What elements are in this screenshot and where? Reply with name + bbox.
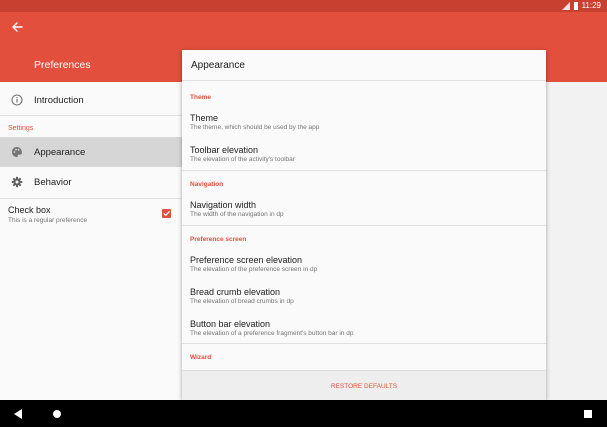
pref-button-bar-elevation[interactable]: Button bar elevation The elevation of a … (182, 315, 546, 345)
pref-title: Theme (190, 113, 219, 123)
card-divider (182, 225, 546, 226)
pref-bread-crumb-elevation[interactable]: Bread crumb elevation The elevation of b… (182, 283, 546, 313)
card-title: Appearance (191, 60, 245, 71)
category-preference-screen: Preference screen (190, 236, 247, 243)
pref-title: Toolbar elevation (190, 145, 259, 155)
nav-item-introduction[interactable]: Introduction (0, 85, 182, 115)
pref-theme[interactable]: Theme The theme, which should be used by… (182, 109, 546, 139)
pref-summary: The elevation of the activity's toolbar (190, 156, 295, 163)
card-divider (182, 343, 546, 344)
back-icon[interactable] (12, 408, 24, 420)
checkbox[interactable] (162, 209, 171, 218)
check-icon (163, 211, 170, 216)
pref-summary: The elevation of a preference fragment's… (190, 330, 354, 337)
status-bar: 11:29 (0, 0, 607, 12)
pref-summary: The width of the navigation in dp (190, 211, 284, 218)
nav-item-label: Introduction (34, 94, 84, 106)
pref-summary: The elevation of bread crumbs in dp (190, 298, 294, 305)
nav-item-label: Behavior (34, 176, 72, 188)
status-icons: 11:29 (561, 1, 601, 11)
pref-preference-screen-elevation[interactable]: Preference screen elevation The elevatio… (182, 251, 546, 281)
pref-title: Navigation width (190, 200, 257, 210)
category-theme: Theme (190, 94, 211, 101)
nav-item-behavior[interactable]: Behavior (0, 167, 182, 197)
arrow-back-icon[interactable] (10, 20, 24, 34)
pref-title: Bread crumb elevation (190, 287, 281, 297)
pref-title: Preference screen elevation (190, 255, 303, 265)
pref-title: Button bar elevation (190, 319, 271, 329)
pref-summary: The theme, which should be used by the a… (190, 124, 320, 131)
preference-screen-card: Appearance Theme Theme The theme, which … (182, 50, 546, 400)
card-header: Appearance (182, 50, 546, 81)
palette-icon (12, 147, 22, 157)
checkbox-title: Check box (8, 205, 51, 215)
pref-navigation-width[interactable]: Navigation width The width of the naviga… (182, 196, 546, 226)
category-wizard: Wizard (190, 354, 212, 361)
checkbox-preference[interactable]: Check box This is a regular preference (0, 200, 182, 228)
button-bar: RESTORE DEFAULTS (182, 370, 546, 400)
home-icon[interactable] (51, 408, 63, 420)
pref-toolbar-elevation[interactable]: Toolbar elevation The elevation of the a… (182, 141, 546, 171)
nav-divider (0, 115, 182, 116)
overview-icon[interactable] (582, 408, 594, 420)
info-icon (11, 94, 23, 106)
card-divider (182, 170, 546, 171)
nav-category-settings: Settings (8, 125, 34, 132)
navigation-pane: Introduction Settings Appearance Behavio… (0, 82, 182, 400)
nav-item-label: Appearance (34, 146, 86, 158)
checkbox-summary: This is a regular preference (8, 217, 88, 224)
restore-defaults-button[interactable]: RESTORE DEFAULTS (182, 371, 546, 401)
nav-item-appearance[interactable]: Appearance (0, 137, 182, 167)
status-time: 11:29 (581, 1, 601, 10)
gear-icon (11, 176, 23, 188)
app-title: Preferences (34, 59, 91, 71)
pref-summary: The elevation of the preference screen i… (190, 266, 318, 273)
battery-icon (573, 2, 578, 10)
nav-divider (0, 198, 182, 199)
signal-icon (561, 2, 570, 10)
system-navigation-bar (0, 400, 607, 427)
category-navigation: Navigation (190, 181, 224, 188)
